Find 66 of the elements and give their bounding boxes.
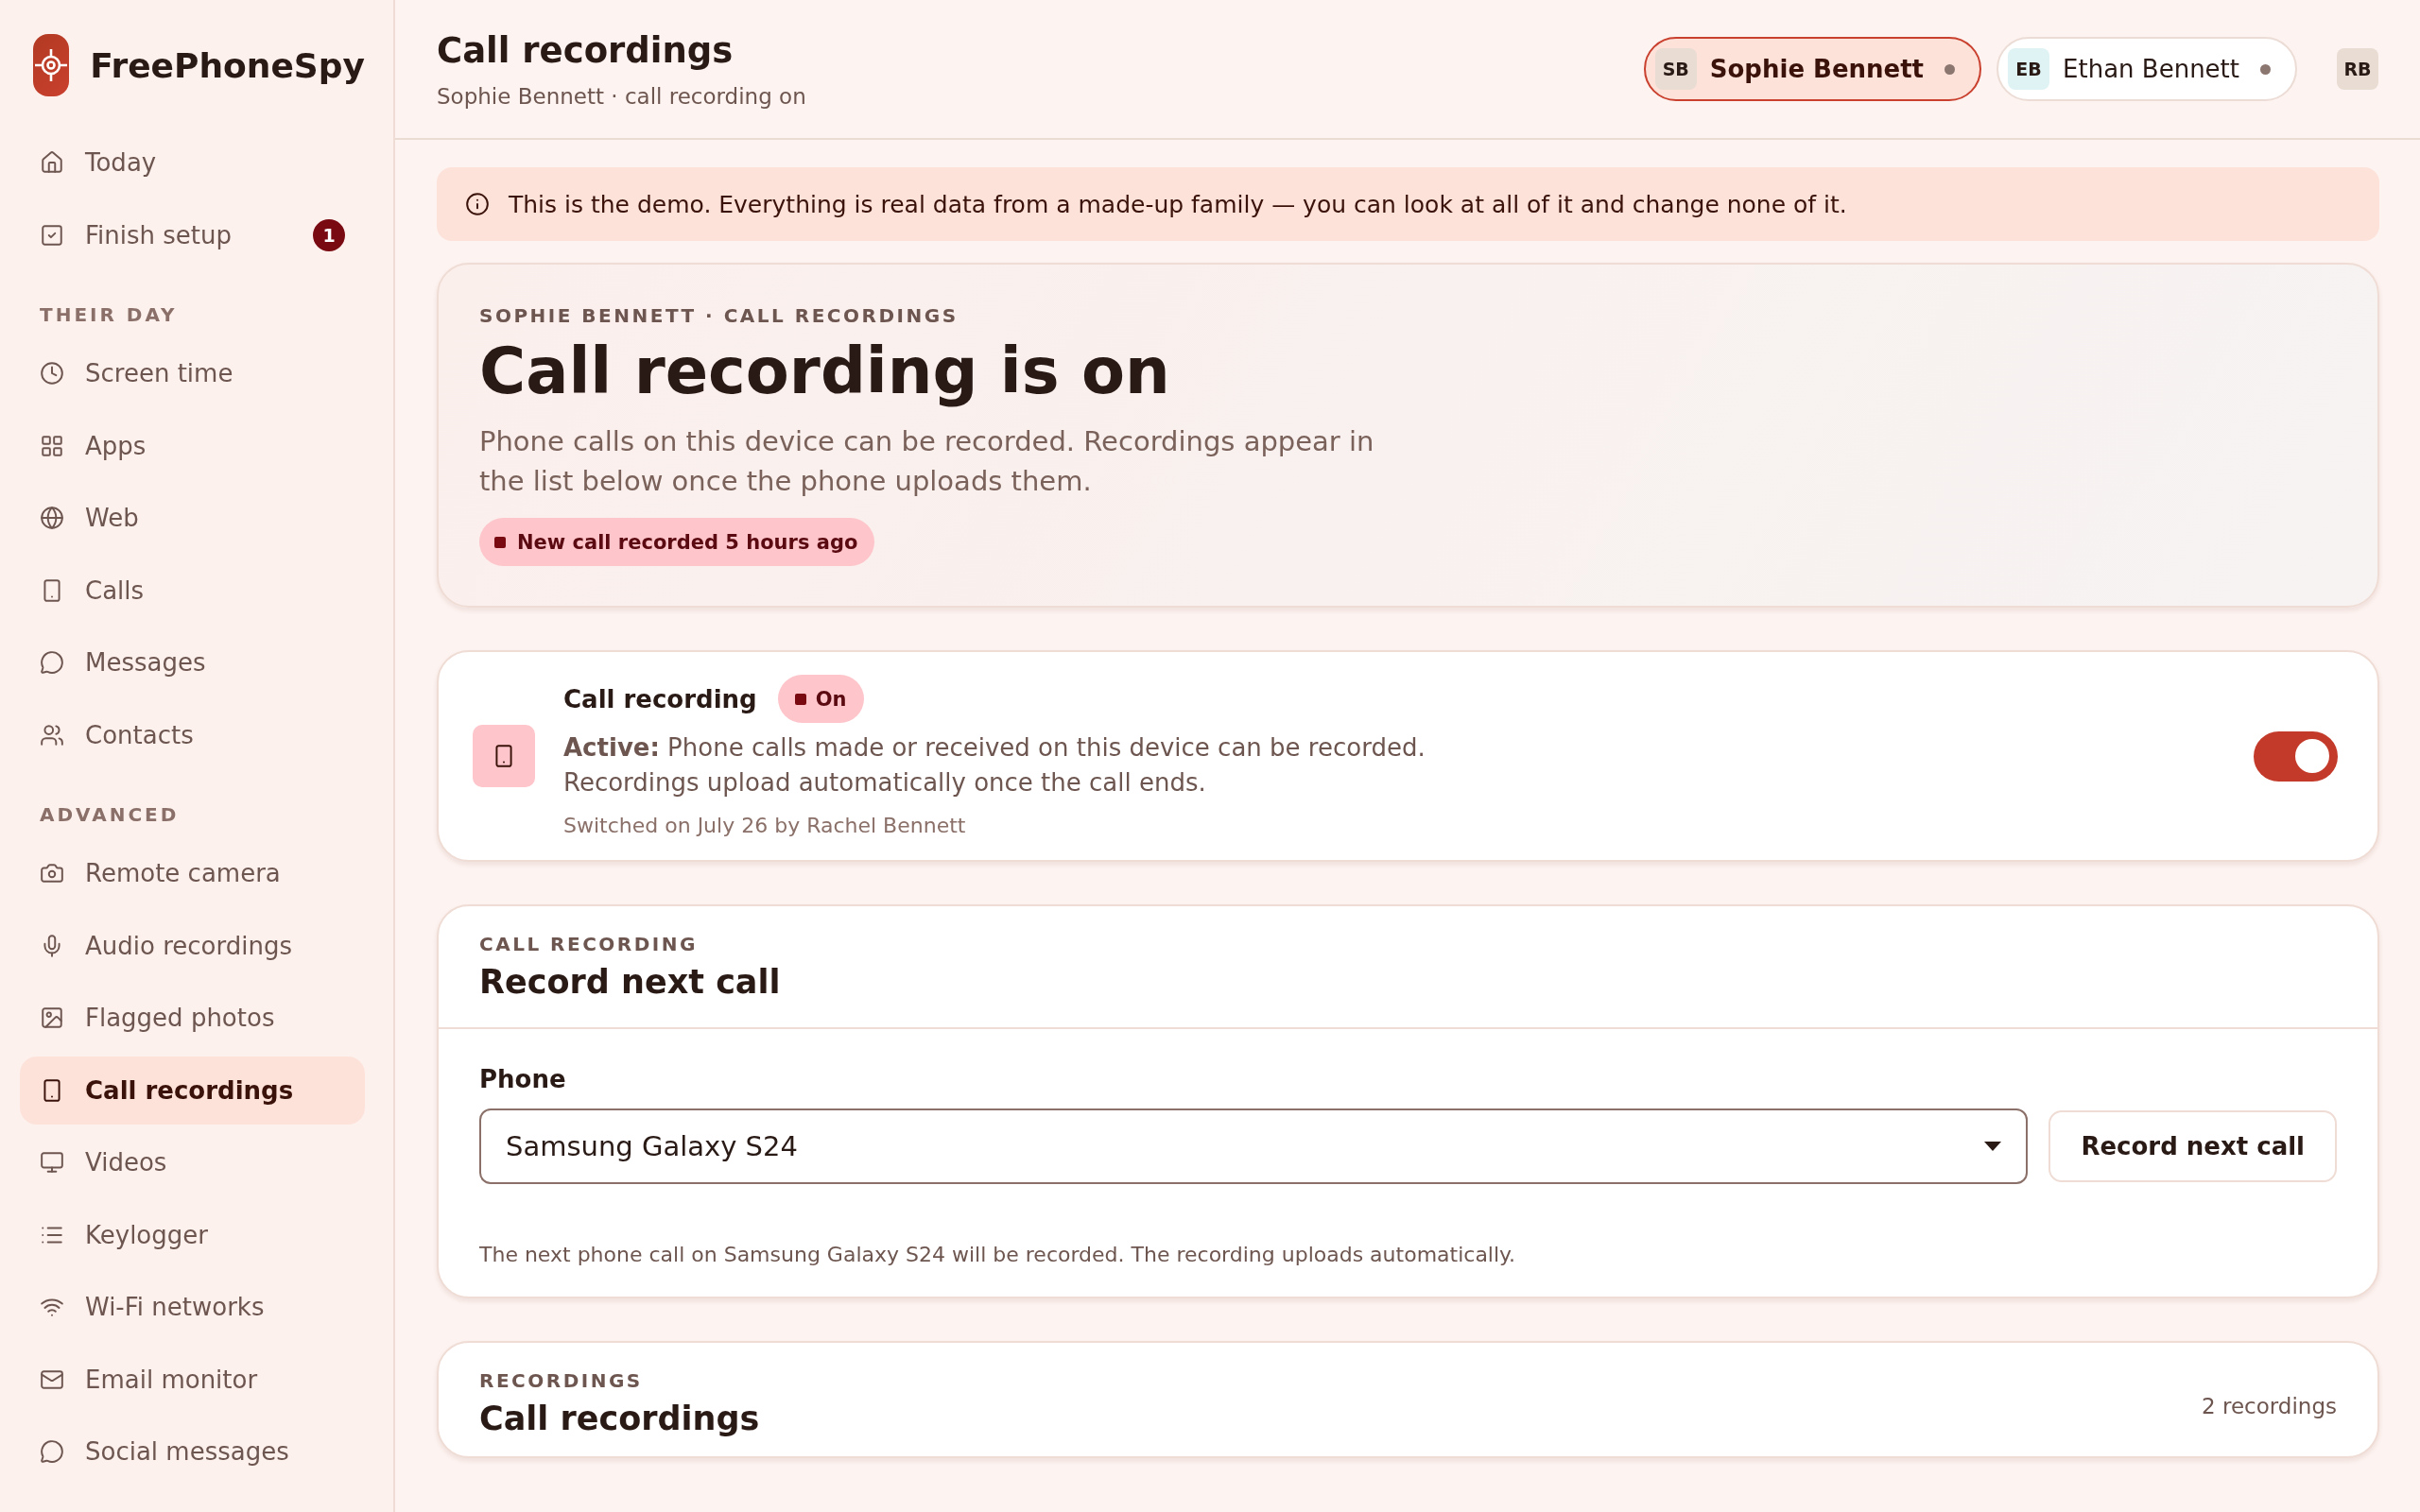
nav-item[interactable]: Screen time — [20, 339, 365, 407]
account-avatar[interactable]: RB — [2337, 48, 2378, 90]
profile-chip[interactable]: EB Ethan Bennett — [1996, 37, 2297, 101]
phone-select[interactable]: Samsung Galaxy S24 — [479, 1108, 2029, 1184]
nav-item[interactable]: Today — [20, 129, 365, 197]
image-icon — [40, 1005, 64, 1030]
nav-item[interactable]: Call recordings — [20, 1056, 365, 1125]
eyebrow: RECORDINGS — [479, 1369, 644, 1392]
status-dot — [1945, 63, 1956, 75]
globe-icon — [40, 506, 64, 530]
field-label: Phone — [479, 1065, 567, 1093]
phone-icon — [473, 725, 535, 787]
grid-icon — [40, 433, 64, 458]
count-badge: 1 — [313, 218, 345, 251]
card-title: Call recordings — [479, 1400, 760, 1437]
nav-item[interactable]: Remote camera — [20, 839, 365, 907]
chat-bubble-icon — [40, 1439, 64, 1464]
checkbox-icon — [40, 222, 64, 248]
profile-chip[interactable]: SB Sophie Bennett — [1643, 37, 1982, 101]
camera-icon — [40, 861, 64, 885]
nav-item[interactable]: Flagged photos — [20, 984, 365, 1052]
help-text: The next phone call on Samsung Galaxy S24 will be recorded. The recording uploads automatically. — [479, 1243, 1516, 1266]
info-icon — [465, 192, 490, 216]
hero-description: Phone calls on this device can be recorded. Recordings appear in the list below once the phone uploads them. — [479, 424, 1375, 499]
avatar: EB — [2008, 48, 2050, 90]
profile-name: Ethan Bennett — [2063, 55, 2239, 83]
card-title: Record next call — [479, 963, 782, 1001]
nav-item[interactable]: Messages — [20, 628, 365, 696]
nav-item[interactable]: Social messages — [20, 1418, 365, 1486]
nav-item[interactable]: Web — [20, 484, 365, 552]
page-title: Call recordings — [437, 29, 735, 71]
status-meta: Switched on July 26 by Rachel Bennett — [563, 814, 967, 837]
people-icon — [40, 722, 64, 747]
nav-item[interactable]: Audio recordings — [20, 911, 365, 980]
chat-bubble-icon — [40, 650, 64, 675]
avatar: SB — [1654, 48, 1697, 90]
section-heading: ADVANCED — [39, 802, 181, 828]
banner-text: This is the demo. Everything is real data from a made-up family — you can look at all of it and change none of it. — [509, 190, 1847, 218]
card-title: Call recording — [563, 684, 757, 713]
monitor-icon — [40, 1150, 64, 1175]
recording-count: 2 recordings — [2202, 1394, 2337, 1418]
status-dot — [2260, 63, 2271, 75]
record-next-call-button[interactable]: Record next call — [2048, 1110, 2337, 1182]
eyebrow: CALL RECORDING — [479, 933, 699, 955]
nav-item[interactable]: Wi-Fi networks — [20, 1273, 365, 1341]
nav-item[interactable]: Finish setup 1 — [20, 200, 365, 269]
eyebrow: SOPHIE BENNETT · CALL RECORDINGS — [479, 304, 959, 327]
nav-item[interactable]: Contacts — [20, 700, 365, 769]
house-icon — [40, 150, 64, 175]
status-badge: On — [777, 675, 864, 723]
clock-icon — [40, 361, 64, 386]
toggle-switch[interactable] — [2254, 730, 2338, 782]
profile-name: Sophie Bennett — [1709, 55, 1925, 83]
status-pill: New call recorded 5 hours ago — [479, 518, 875, 566]
brand-name: FreePhoneSpy — [90, 45, 365, 85]
logo-icon — [33, 34, 70, 96]
caret-icon — [1984, 1142, 2002, 1151]
nav-item[interactable]: Videos — [20, 1128, 365, 1196]
page-subtitle: Sophie Bennett · call recording on — [437, 83, 806, 109]
section-heading: THEIR DAY — [39, 302, 179, 328]
nav-item[interactable]: Calls — [20, 556, 365, 625]
status-description: Active: Phone calls made or received on this device can be recorded. Recordings upload automatically once the call ends. — [563, 732, 1426, 799]
nav-item[interactable]: Keylogger — [20, 1200, 365, 1269]
nav-item[interactable]: Email monitor — [20, 1345, 365, 1414]
nav-item[interactable]: Apps — [20, 411, 365, 480]
hero-title: Call recording is on — [479, 335, 1171, 408]
